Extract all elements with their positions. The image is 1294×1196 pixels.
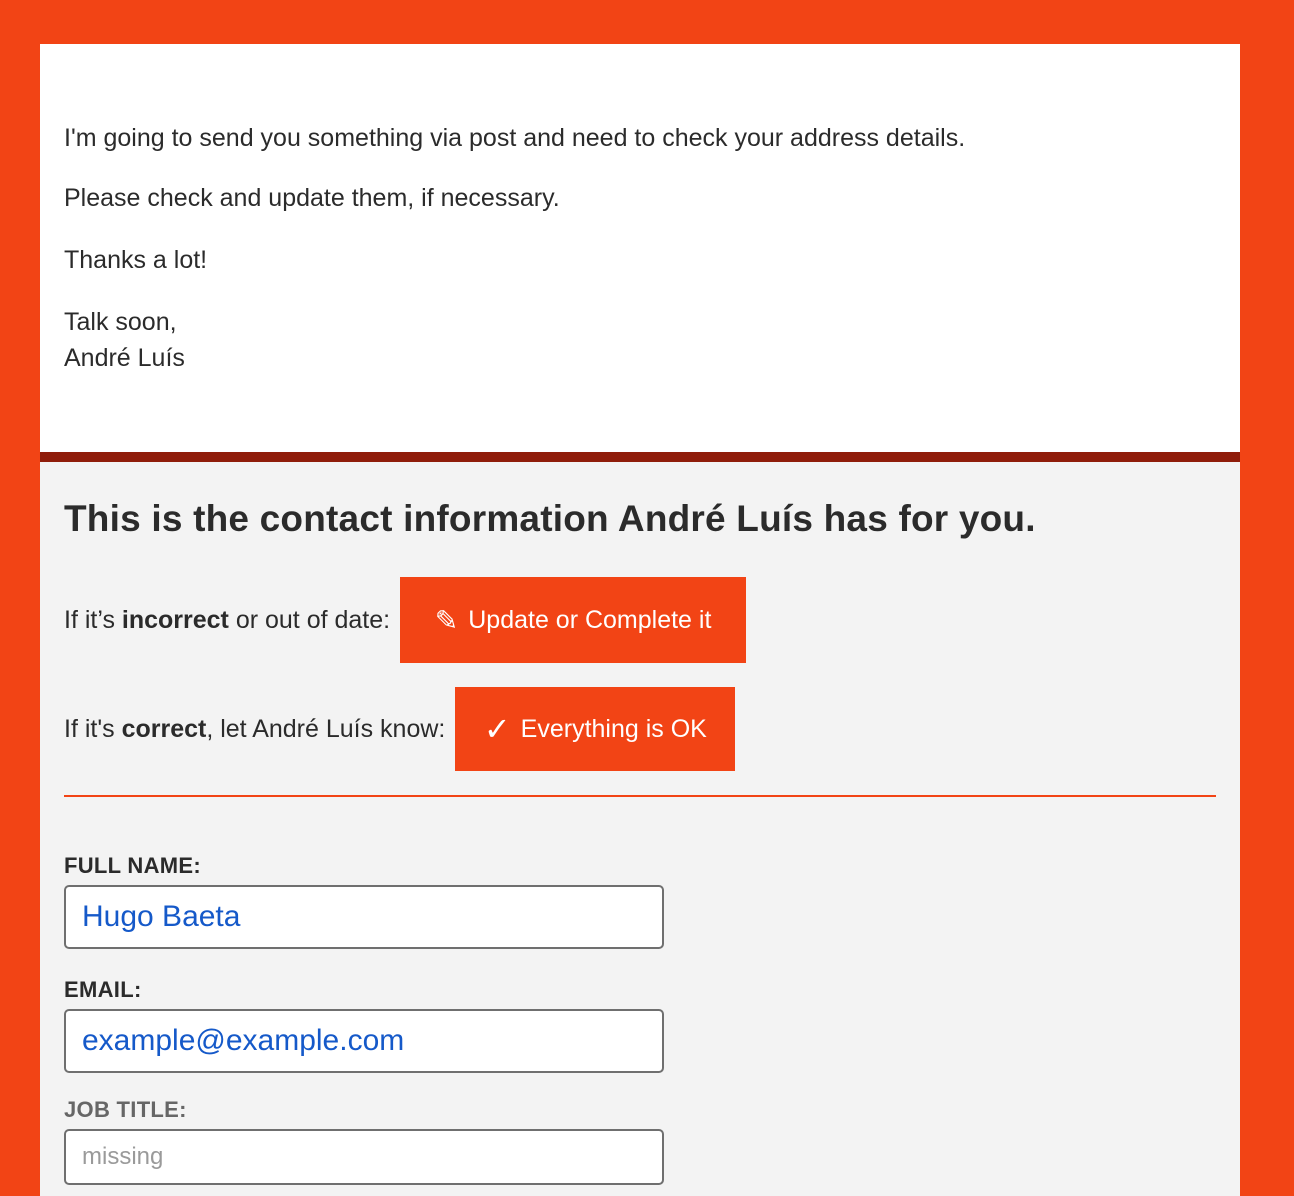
email-label: EMAIL: <box>64 977 142 1002</box>
confirm-row: If it's correct , let André Luís know: ✓… <box>64 687 1216 771</box>
contact-section: This is the contact information André Lu… <box>40 462 1240 1185</box>
message-line-2: Please check and update them, if necessa… <box>64 184 560 212</box>
contact-title: This is the contact information André Lu… <box>64 498 1036 539</box>
update-row-suffix: or out of date: <box>228 605 391 634</box>
everything-ok-button[interactable]: ✓ Everything is OK <box>455 687 736 771</box>
message-signature: André Luís <box>64 344 185 372</box>
message-signoff: Talk soon, <box>64 308 177 336</box>
update-or-complete-button[interactable]: ✎ Update or Complete it <box>400 577 747 663</box>
pencil-icon: ✎ <box>434 604 459 636</box>
update-row-emphasis: incorrect <box>121 605 229 634</box>
confirm-row-emphasis: correct <box>121 714 207 743</box>
section-divider <box>40 452 1240 462</box>
confirm-row-suffix: , let André Luís know: <box>206 714 446 743</box>
message-line-1: I'm going to send you something via post… <box>64 124 966 152</box>
update-button-label: Update or Complete it <box>468 605 712 634</box>
email-field[interactable] <box>64 1009 664 1073</box>
update-row: If it’s incorrect or out of date: ✎ Upda… <box>64 577 1216 663</box>
message-line-3: Thanks a lot! <box>64 246 208 274</box>
ok-button-label: Everything is OK <box>520 714 707 743</box>
full-name-field[interactable] <box>64 885 664 949</box>
job-title-field[interactable] <box>64 1129 664 1185</box>
confirm-row-prefix: If it's <box>64 714 122 743</box>
form-divider <box>64 795 1216 797</box>
message-panel: I'm going to send you something via post… <box>40 44 1240 452</box>
checkmark-icon: ✓ <box>483 711 511 747</box>
contact-card: I'm going to send you something via post… <box>40 44 1240 1196</box>
update-row-prefix: If it’s <box>64 605 122 634</box>
job-title-label: JOB TITLE: <box>64 1097 187 1122</box>
full-name-label: FULL NAME: <box>64 853 202 878</box>
